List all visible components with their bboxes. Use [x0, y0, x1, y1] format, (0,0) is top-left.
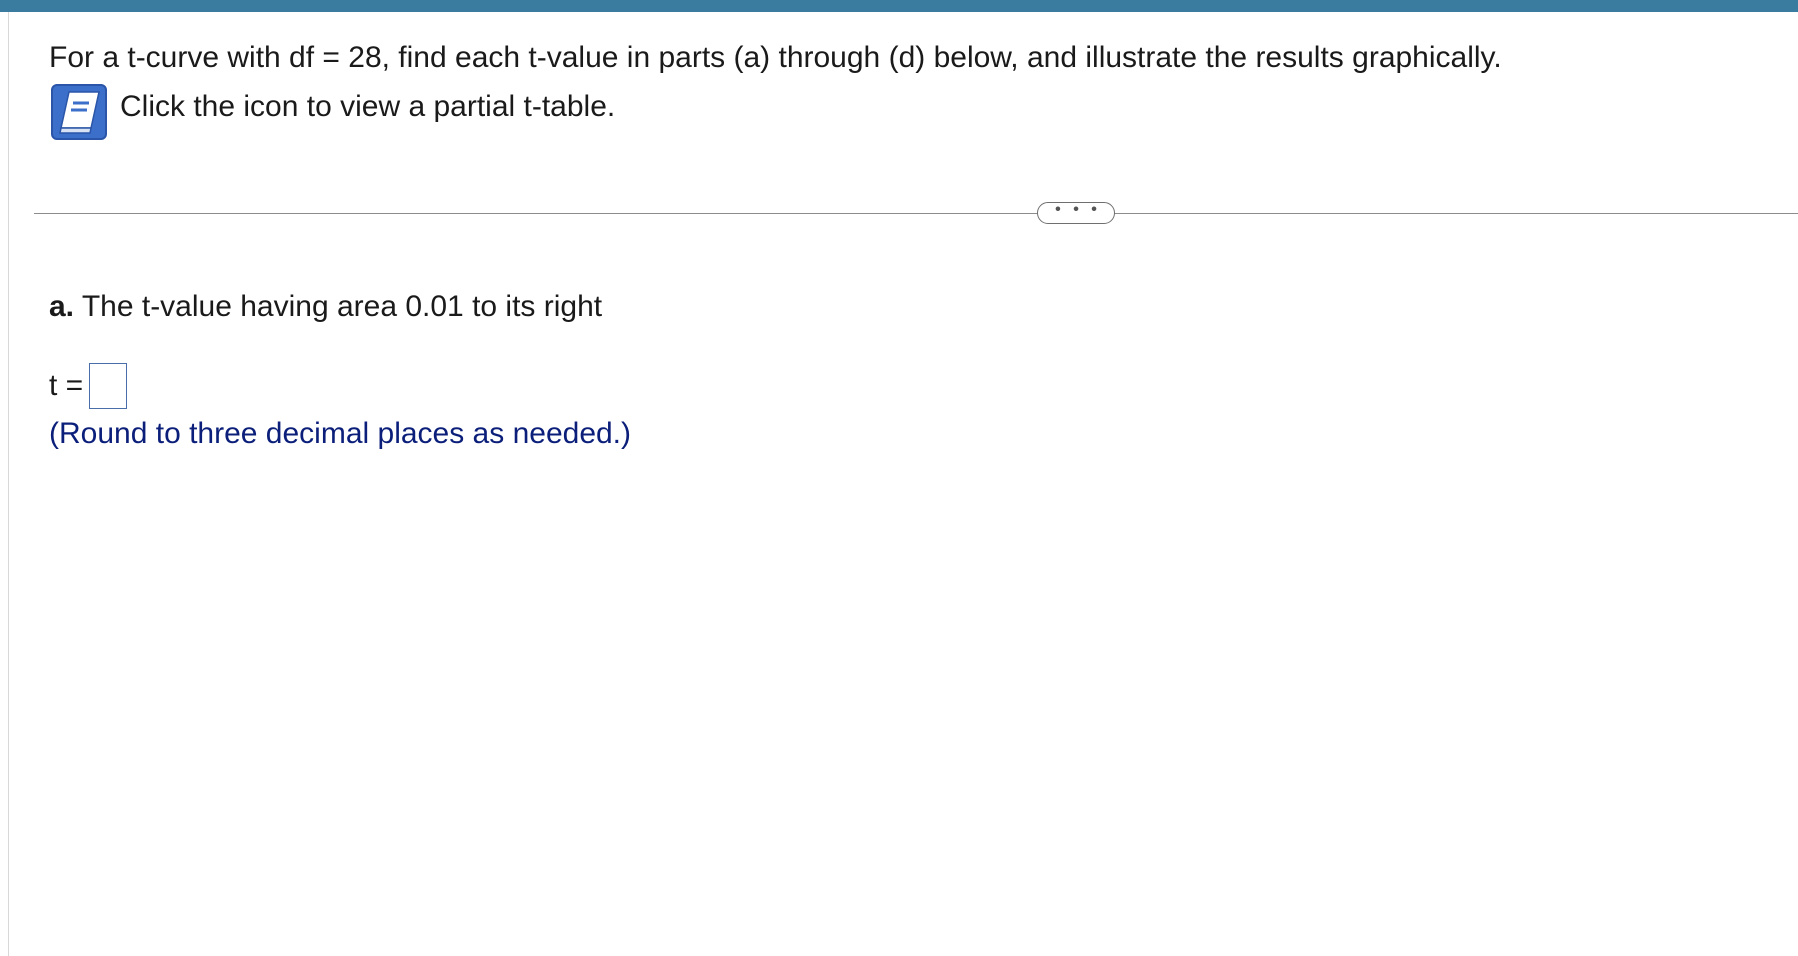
part-a-answer-row: t =	[49, 362, 128, 410]
book-icon[interactable]	[50, 83, 108, 141]
expand-more-button[interactable]: • • •	[1037, 202, 1115, 224]
ellipsis-icon: • • •	[1055, 201, 1101, 218]
t-table-link[interactable]: Click the icon to view a partial t-table…	[50, 83, 615, 141]
t-value-input[interactable]	[89, 363, 128, 409]
top-bar	[0, 0, 1798, 12]
t-table-link-label[interactable]: Click the icon to view a partial t-table…	[120, 87, 615, 127]
left-border	[8, 12, 9, 956]
part-a-text: The t-value having area 0.01 to its righ…	[81, 290, 603, 323]
rounding-hint: (Round to three decimal places as needed…	[49, 417, 632, 450]
section-divider	[34, 213, 1798, 214]
part-a-question: a. The t-value having area 0.01 to its r…	[49, 287, 602, 327]
part-a-letter: a.	[49, 290, 75, 323]
t-equals-label: t =	[49, 369, 84, 402]
question-prompt: For a t-curve with df = 28, find each t-…	[49, 41, 1502, 74]
